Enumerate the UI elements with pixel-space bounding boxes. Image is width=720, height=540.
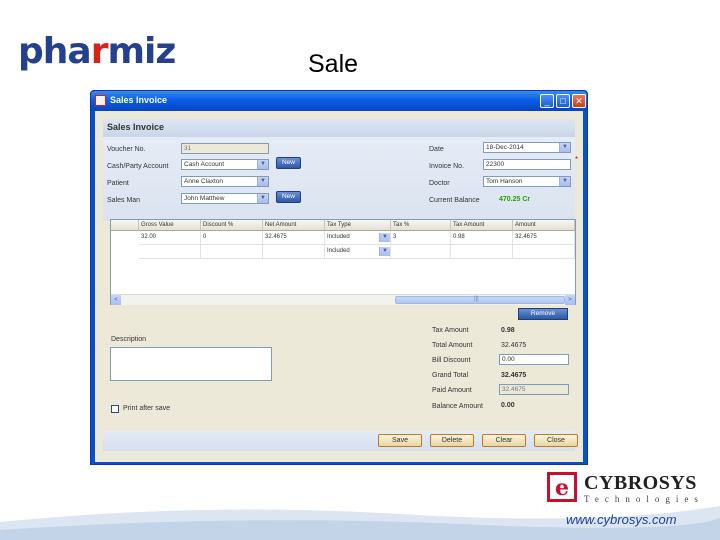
grid-header[interactable]: Net Amount (263, 220, 325, 231)
company-name: CYBROSYS (584, 472, 697, 494)
grid-cell[interactable] (201, 245, 263, 259)
doctor-select[interactable]: Tom Hanson ▼ (483, 176, 571, 187)
svg-text:e: e (555, 475, 569, 501)
balance-amount-value: 0.00 (501, 402, 515, 409)
window-title: Sales Invoice (110, 95, 168, 105)
bill-discount-label: Bill Discount (432, 357, 471, 364)
voucher-label: Voucher No. (107, 146, 146, 153)
save-button[interactable]: Save (378, 434, 422, 447)
grid-cell[interactable] (139, 245, 201, 259)
grid-cell[interactable]: 32.4675 (513, 231, 575, 245)
grand-total-value: 32.4675 (501, 372, 527, 379)
patient-value: Anne Claxton (184, 178, 224, 185)
scroll-right-icon[interactable]: > (565, 295, 575, 305)
chevron-down-icon: ▼ (257, 160, 268, 169)
items-grid: Gross Value Discount % Net Amount Tax Ty… (110, 219, 576, 305)
remove-button[interactable]: Remove (518, 308, 568, 320)
delete-button[interactable]: Delete (430, 434, 474, 447)
grid-cell[interactable]: 32.00 (139, 231, 201, 245)
chevron-down-icon: ▼ (379, 233, 390, 242)
sales-man-select[interactable]: John Matthew ▼ (181, 193, 269, 204)
scroll-left-icon[interactable]: < (111, 295, 121, 305)
grid-cell[interactable] (451, 245, 513, 259)
grid-header-blank (111, 220, 139, 231)
invoice-no-label: Invoice No. (429, 163, 465, 170)
maximize-button[interactable]: □ (556, 94, 570, 108)
app-icon (95, 95, 106, 106)
tax-type-value: Included (327, 234, 350, 240)
panel-title: Sales Invoice (107, 122, 165, 132)
tax-amount-label: Tax Amount (432, 327, 469, 334)
sales-man-value: John Matthew (184, 195, 225, 202)
website-link[interactable]: www.cybrosys.com (566, 512, 677, 527)
paid-amount-field: 32.4675 (499, 384, 569, 395)
grid-header[interactable]: Tax Type (325, 220, 391, 231)
cash-party-value: Cash Account (184, 161, 225, 168)
sales-man-label: Sales Man (107, 197, 141, 204)
tax-type-select[interactable]: Included ▼ (325, 245, 391, 259)
new-account-button[interactable]: New (276, 157, 301, 169)
horizontal-scrollbar[interactable]: < ||| > (111, 294, 575, 305)
close-window-button[interactable]: ✕ (572, 94, 586, 108)
chevron-down-icon: ▼ (559, 143, 570, 152)
date-picker[interactable]: 18-Dec-2014 ▼ (483, 142, 571, 153)
grand-total-label: Grand Total (432, 372, 469, 379)
grid-header[interactable]: Tax Amount (451, 220, 513, 231)
chevron-down-icon: ▼ (257, 194, 268, 203)
grip-icon: ||| (474, 296, 479, 302)
doctor-label: Doctor (429, 180, 450, 187)
required-marker: * (575, 155, 579, 164)
patient-label: Patient (107, 180, 129, 187)
close-button[interactable]: Close (534, 434, 578, 447)
cybrosys-logo-icon: e (547, 472, 577, 502)
date-label: Date (429, 146, 444, 153)
grid-cell[interactable]: 3 (391, 231, 451, 245)
scroll-thumb[interactable]: ||| (395, 296, 565, 304)
chevron-down-icon: ▼ (379, 247, 390, 256)
invoice-no-field[interactable]: 22300 (483, 159, 571, 170)
grid-header[interactable]: Tax % (391, 220, 451, 231)
grid-cell[interactable] (391, 245, 451, 259)
print-after-save-checkbox[interactable] (111, 405, 119, 413)
tax-type-select[interactable]: Included ▼ (325, 231, 391, 245)
grid-header[interactable]: Gross Value (139, 220, 201, 231)
cash-party-label: Cash/Party Account (107, 163, 169, 170)
description-textarea[interactable] (110, 347, 272, 381)
minimize-button[interactable]: _ (540, 94, 554, 108)
grid-cell[interactable] (513, 245, 575, 259)
tax-amount-value: 0.98 (501, 327, 515, 334)
window-titlebar[interactable]: Sales Invoice _ □ ✕ (91, 91, 587, 111)
grid-cell[interactable]: 0 (201, 231, 263, 245)
sales-invoice-window: Sales Invoice _ □ ✕ Sales Invoice Vouche… (90, 90, 588, 465)
grid-header[interactable]: Amount (513, 220, 575, 231)
pharmiz-logo: pharmiz (18, 31, 176, 72)
grid-cell[interactable]: 0.98 (451, 231, 513, 245)
grid-cell[interactable] (263, 245, 325, 259)
cash-party-select[interactable]: Cash Account ▼ (181, 159, 269, 170)
tax-type-value: Included (327, 248, 350, 254)
chevron-down-icon: ▼ (559, 177, 570, 186)
grid-header[interactable]: Discount % (201, 220, 263, 231)
window-client-area: Sales Invoice Voucher No. 31 Cash/Party … (95, 111, 583, 462)
slide-title: Sale (308, 50, 359, 78)
patient-select[interactable]: Anne Claxton ▼ (181, 176, 269, 187)
total-amount-label: Total Amount (432, 342, 473, 349)
company-subtitle: Technologies (584, 494, 704, 504)
grid-cell[interactable]: 32.4675 (263, 231, 325, 245)
new-salesman-button[interactable]: New (276, 191, 301, 203)
total-amount-value: 32.4675 (501, 342, 527, 349)
current-balance-label: Current Balance (429, 197, 480, 204)
bill-discount-field[interactable]: 0.00 (499, 354, 569, 365)
doctor-value: Tom Hanson (486, 178, 523, 185)
clear-button[interactable]: Clear (482, 434, 526, 447)
balance-amount-label: Balance Amount (432, 403, 483, 410)
date-value: 18-Dec-2014 (486, 144, 524, 151)
current-balance-value: 470.25 Cr (499, 196, 531, 203)
chevron-down-icon: ▼ (257, 177, 268, 186)
description-label: Description (111, 336, 147, 343)
print-after-save-label: Print after save (123, 405, 171, 412)
voucher-field: 31 (181, 143, 269, 154)
panel-header: Sales Invoice (103, 119, 575, 137)
paid-amount-label: Paid Amount (432, 387, 472, 394)
